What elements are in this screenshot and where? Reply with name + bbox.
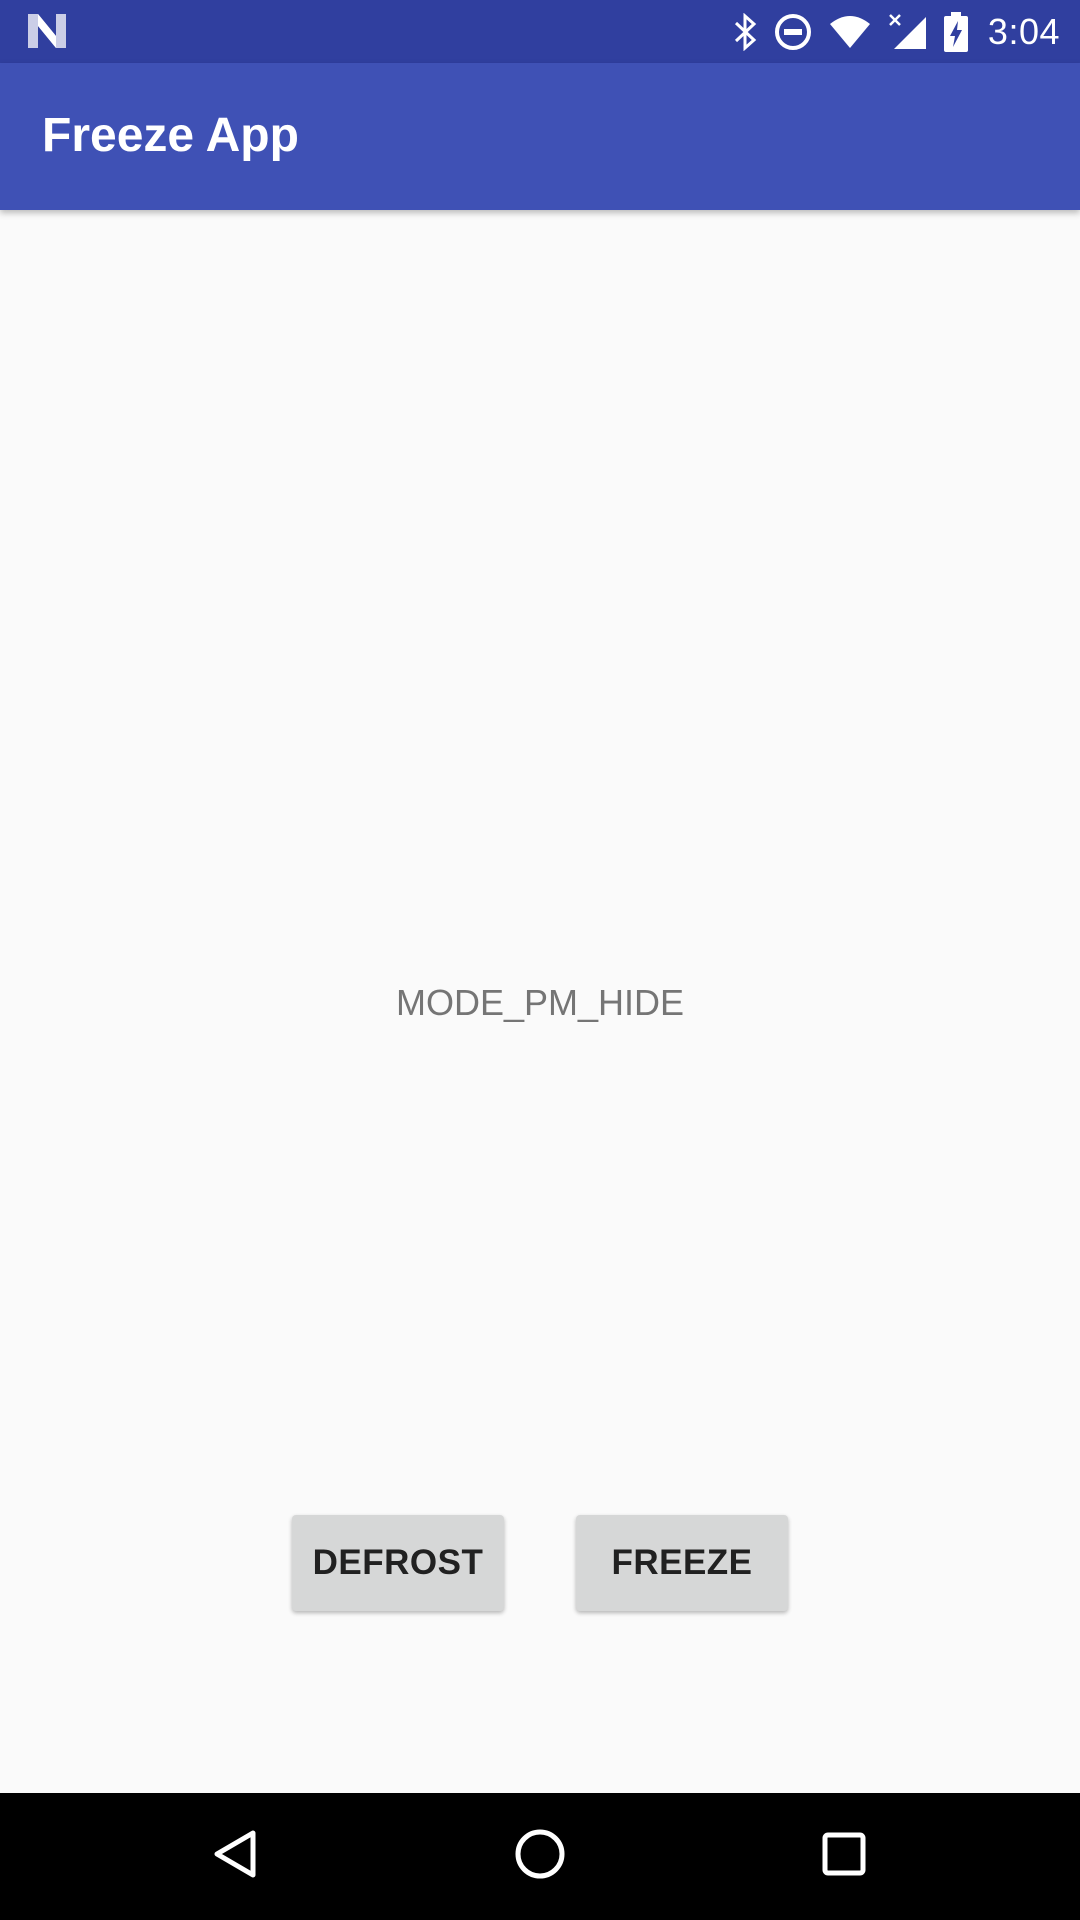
status-bar: 3:04	[0, 0, 1080, 63]
clock: 3:04	[987, 10, 1060, 52]
signal-icon	[888, 13, 928, 51]
navigation-bar	[0, 1793, 1080, 1920]
status-icons: 3:04	[718, 0, 1060, 63]
freeze-button[interactable]: FREEZE	[576, 1515, 788, 1611]
app-title: Freeze App	[42, 109, 299, 162]
app-bar: Freeze App	[0, 63, 1080, 210]
home-button[interactable]	[480, 1793, 600, 1920]
recents-button[interactable]	[784, 1793, 904, 1920]
recents-icon	[822, 1832, 866, 1881]
battery-charging-icon	[943, 11, 968, 52]
android-n-icon	[28, 14, 66, 48]
back-icon	[213, 1829, 257, 1884]
do-not-disturb-icon	[774, 13, 812, 51]
home-icon	[514, 1828, 566, 1885]
back-button[interactable]	[175, 1793, 295, 1920]
defrost-button[interactable]: DEFROST	[292, 1515, 504, 1611]
wifi-icon	[828, 14, 872, 50]
bluetooth-icon	[734, 12, 758, 51]
mode-label: MODE_PM_HIDE	[395, 982, 685, 1023]
